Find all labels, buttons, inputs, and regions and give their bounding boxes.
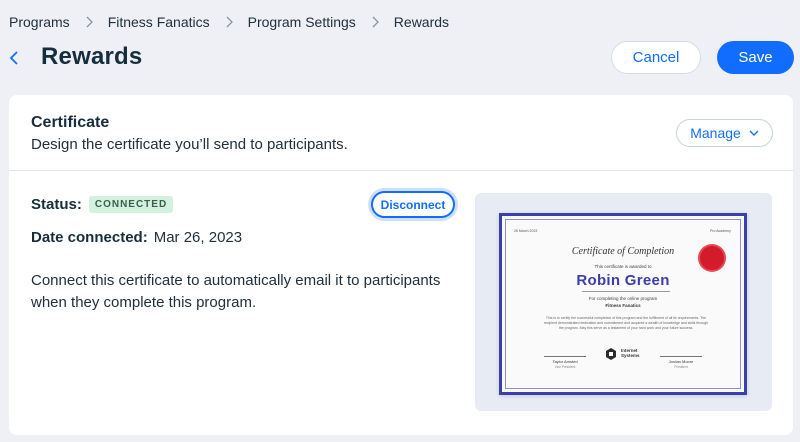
status-label: Status: — [31, 196, 82, 213]
page-title: Rewards — [41, 43, 143, 70]
certificate-org: Pro Academy — [710, 229, 731, 233]
signer-right-name: Jordan Moore — [668, 359, 694, 364]
chevron-down-icon — [749, 130, 759, 136]
internet-systems-logo-icon — [606, 348, 616, 360]
breadcrumb-programs[interactable]: Programs — [9, 14, 70, 30]
manage-label: Manage — [690, 125, 741, 141]
signer-right-role: President — [674, 365, 688, 369]
certificate-program: Fitness Fanatics — [605, 303, 641, 308]
logo-text-line-2: Systems — [621, 353, 640, 358]
chevron-left-icon — [9, 51, 18, 65]
certificate-for-text: For completing the online program — [588, 296, 658, 301]
cancel-button[interactable]: Cancel — [611, 41, 701, 74]
chevron-right-icon — [370, 16, 380, 28]
disconnect-button[interactable]: Disconnect — [371, 191, 455, 218]
certificate-date: 26 March 2023 — [514, 229, 538, 233]
card-title: Certificate — [31, 114, 110, 131]
certificate-awarded-text: This certificate is awarded to — [594, 264, 652, 269]
page-header: Rewards Cancel Save — [0, 38, 800, 78]
breadcrumb-program-settings[interactable]: Program Settings — [248, 14, 356, 30]
certificate-recipient: Robin Green — [576, 272, 670, 289]
logo-text: Internet Systems — [621, 348, 640, 358]
signature-line-right — [660, 356, 702, 357]
manage-button[interactable]: Manage — [676, 119, 773, 147]
breadcrumb-rewards: Rewards — [393, 14, 450, 30]
certificate-description: Connect this certificate to automaticall… — [31, 272, 441, 311]
signature-line-left — [544, 356, 586, 357]
signer-left-role: Vice President — [554, 365, 576, 369]
certificate-card: Certificate Design the certificate you’l… — [9, 95, 793, 435]
date-connected-label: Date connected: — [31, 229, 148, 246]
status-badge: CONNECTED — [88, 196, 174, 213]
chevron-right-icon — [224, 16, 234, 28]
breadcrumb: Programs Fitness Fanatics Program Settin… — [9, 12, 449, 32]
chevron-right-icon — [84, 16, 94, 28]
date-connected-row: Date connected: Mar 26, 2023 — [31, 229, 242, 246]
status-row: Status: CONNECTED — [31, 196, 174, 213]
certificate-body: This is to certify the successful comple… — [543, 316, 709, 330]
certificate-preview[interactable]: 26 March 2023 Pro Academy Certificate of… — [475, 193, 772, 411]
back-button[interactable] — [6, 46, 22, 70]
breadcrumb-fitness-fanatics[interactable]: Fitness Fanatics — [108, 14, 210, 30]
date-connected-value: Mar 26, 2023 — [153, 229, 243, 246]
certificate-image: 26 March 2023 Pro Academy Certificate of… — [499, 213, 747, 395]
save-button[interactable]: Save — [717, 41, 794, 74]
card-header: Certificate Design the certificate you’l… — [9, 95, 793, 171]
card-subtitle: Design the certificate you’ll send to pa… — [31, 136, 348, 153]
recipient-underline — [582, 291, 670, 292]
signer-left-name: Taylor Amsted — [552, 359, 578, 364]
